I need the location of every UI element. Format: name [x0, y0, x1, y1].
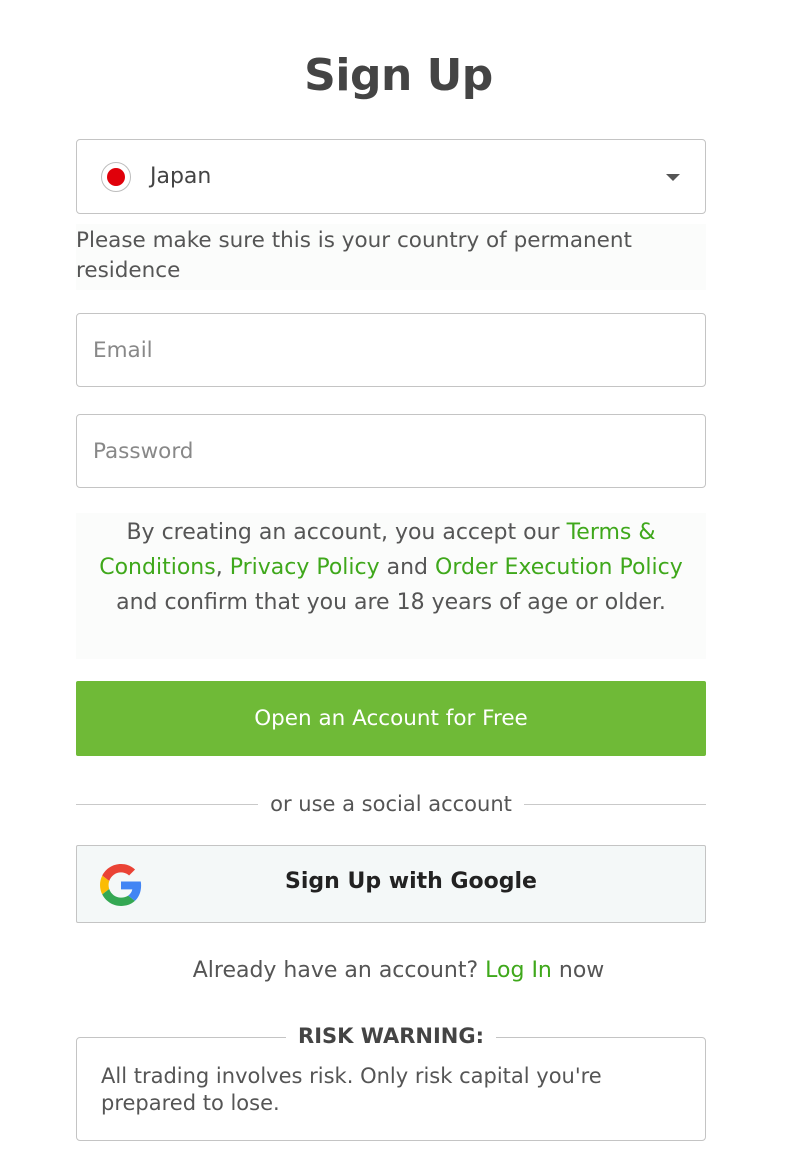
login-link[interactable]: Log In [485, 958, 552, 983]
divider-label: or use a social account [270, 792, 512, 816]
chevron-down-icon [666, 174, 680, 181]
privacy-policy-link[interactable]: Privacy Policy [230, 555, 380, 580]
risk-warning-box: RISK WARNING: All trading involves risk.… [76, 1024, 706, 1141]
divider-line-left [76, 803, 259, 805]
order-execution-policy-link[interactable]: Order Execution Policy [435, 555, 683, 580]
signup-page: Sign Up Japan Please make sure this is y… [0, 0, 797, 1172]
page-title: Sign Up [304, 50, 493, 101]
risk-warning-text: All trading involves risk. Only risk cap… [101, 1064, 602, 1115]
risk-warning-title: RISK WARNING: [286, 1024, 496, 1048]
japan-flag-icon [101, 162, 131, 192]
google-signup-label: Sign Up with Google [285, 869, 537, 894]
email-field[interactable] [76, 313, 706, 387]
open-account-button[interactable]: Open an Account for Free [76, 681, 706, 756]
login-prompt: Already have an account? Log In now [192, 958, 605, 983]
social-divider: or use a social account [76, 789, 707, 819]
country-select[interactable]: Japan [76, 139, 706, 214]
country-selected-value: Japan [150, 164, 212, 189]
residence-note: Please make sure this is your country of… [76, 224, 706, 290]
divider-line-right [523, 803, 707, 805]
terms-notice: By creating an account, you accept our T… [76, 513, 706, 659]
password-field[interactable] [76, 414, 706, 488]
google-signup-button[interactable]: Sign Up with Google [76, 845, 706, 923]
